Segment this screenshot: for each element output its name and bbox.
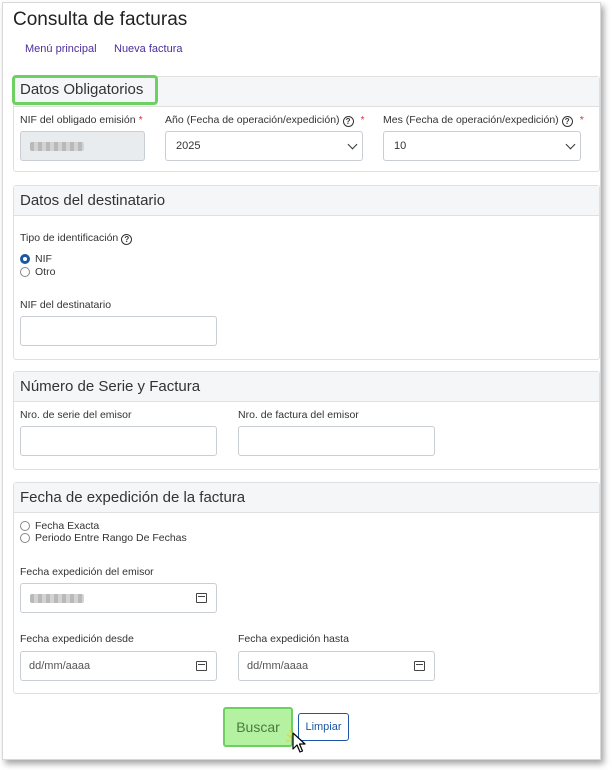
redacted-value [30,594,84,603]
nav-link-nueva-factura[interactable]: Nueva factura [114,43,182,55]
factura-emisor-label: Nro. de factura del emisor [238,409,359,421]
section-datos-destinatario: Datos del destinatario Tipo de identific… [13,185,600,360]
fecha-hasta-input[interactable]: dd/mm/aaaa [238,651,435,681]
section-heading-datos-obligatorios: Datos Obligatorios [12,75,158,105]
help-icon[interactable]: ? [561,116,573,127]
serie-emisor-label: Nro. de serie del emisor [20,409,132,421]
nav-link-menu-principal[interactable]: Menú principal [25,43,97,55]
radio-nif[interactable]: NIF [20,253,52,265]
factura-emisor-input[interactable] [238,426,435,456]
fecha-emisor-input[interactable] [20,583,217,613]
required-mark: * [138,114,143,126]
nif-obligado-label: NIF del obligado emisión * [20,114,143,126]
nif-destinatario-input[interactable] [20,316,217,346]
mes-label: Mes (Fecha de operación/expedición)? * [383,114,584,127]
radio-rango-fechas[interactable]: Periodo Entre Rango De Fechas [20,532,187,544]
section-datos-obligatorios: Datos Obligatorios NIF del obligado emis… [12,75,600,172]
fecha-emisor-label: Fecha expedición del emisor [20,566,154,578]
serie-emisor-input[interactable] [20,426,217,456]
anio-label: Año (Fecha de operación/expedición)? * [165,114,365,127]
chevron-down-icon [565,139,576,150]
redacted-value [30,142,84,151]
required-mark: * [360,114,365,126]
section-heading-datos-destinatario: Datos del destinatario [14,186,599,216]
radio-otro[interactable]: Otro [20,266,55,278]
calendar-icon[interactable] [196,661,207,671]
fecha-desde-input[interactable]: dd/mm/aaaa [20,651,217,681]
radio-fecha-exacta[interactable]: Fecha Exacta [20,520,99,532]
radio-checked[interactable] [20,254,30,264]
page-title: Consulta de facturas [13,9,188,30]
buscar-button[interactable]: Buscar [223,707,293,747]
tipo-identificacion-label: Tipo de identificación? [20,232,133,245]
radio-unchecked[interactable] [20,521,30,531]
app-window: Consulta de facturas Menú principal Nuev… [2,2,601,760]
fecha-hasta-label: Fecha expedición hasta [238,633,349,645]
section-fecha-expedicion: Fecha de expedición de la factura Fecha … [13,482,600,694]
calendar-icon[interactable] [414,661,425,671]
section-heading-fecha-expedicion: Fecha de expedición de la factura [14,483,599,513]
chevron-down-icon [347,139,358,150]
fecha-desde-label: Fecha expedición desde [20,633,134,645]
mes-select[interactable]: 10 [383,131,581,161]
help-icon[interactable]: ? [342,116,354,127]
section-numero-serie-factura: Número de Serie y Factura Nro. de serie … [13,371,600,470]
nif-destinatario-label: NIF del destinatario [20,299,112,311]
anio-select[interactable]: 2025 [165,131,363,161]
radio-unchecked[interactable] [20,533,30,543]
nif-obligado-input [20,131,145,161]
section-heading-numero-serie: Número de Serie y Factura [14,372,599,402]
radio-unchecked[interactable] [20,267,30,277]
calendar-icon[interactable] [196,593,207,603]
help-icon[interactable]: ? [121,234,133,245]
required-mark: * [579,114,584,126]
mouse-cursor-icon [286,729,306,753]
